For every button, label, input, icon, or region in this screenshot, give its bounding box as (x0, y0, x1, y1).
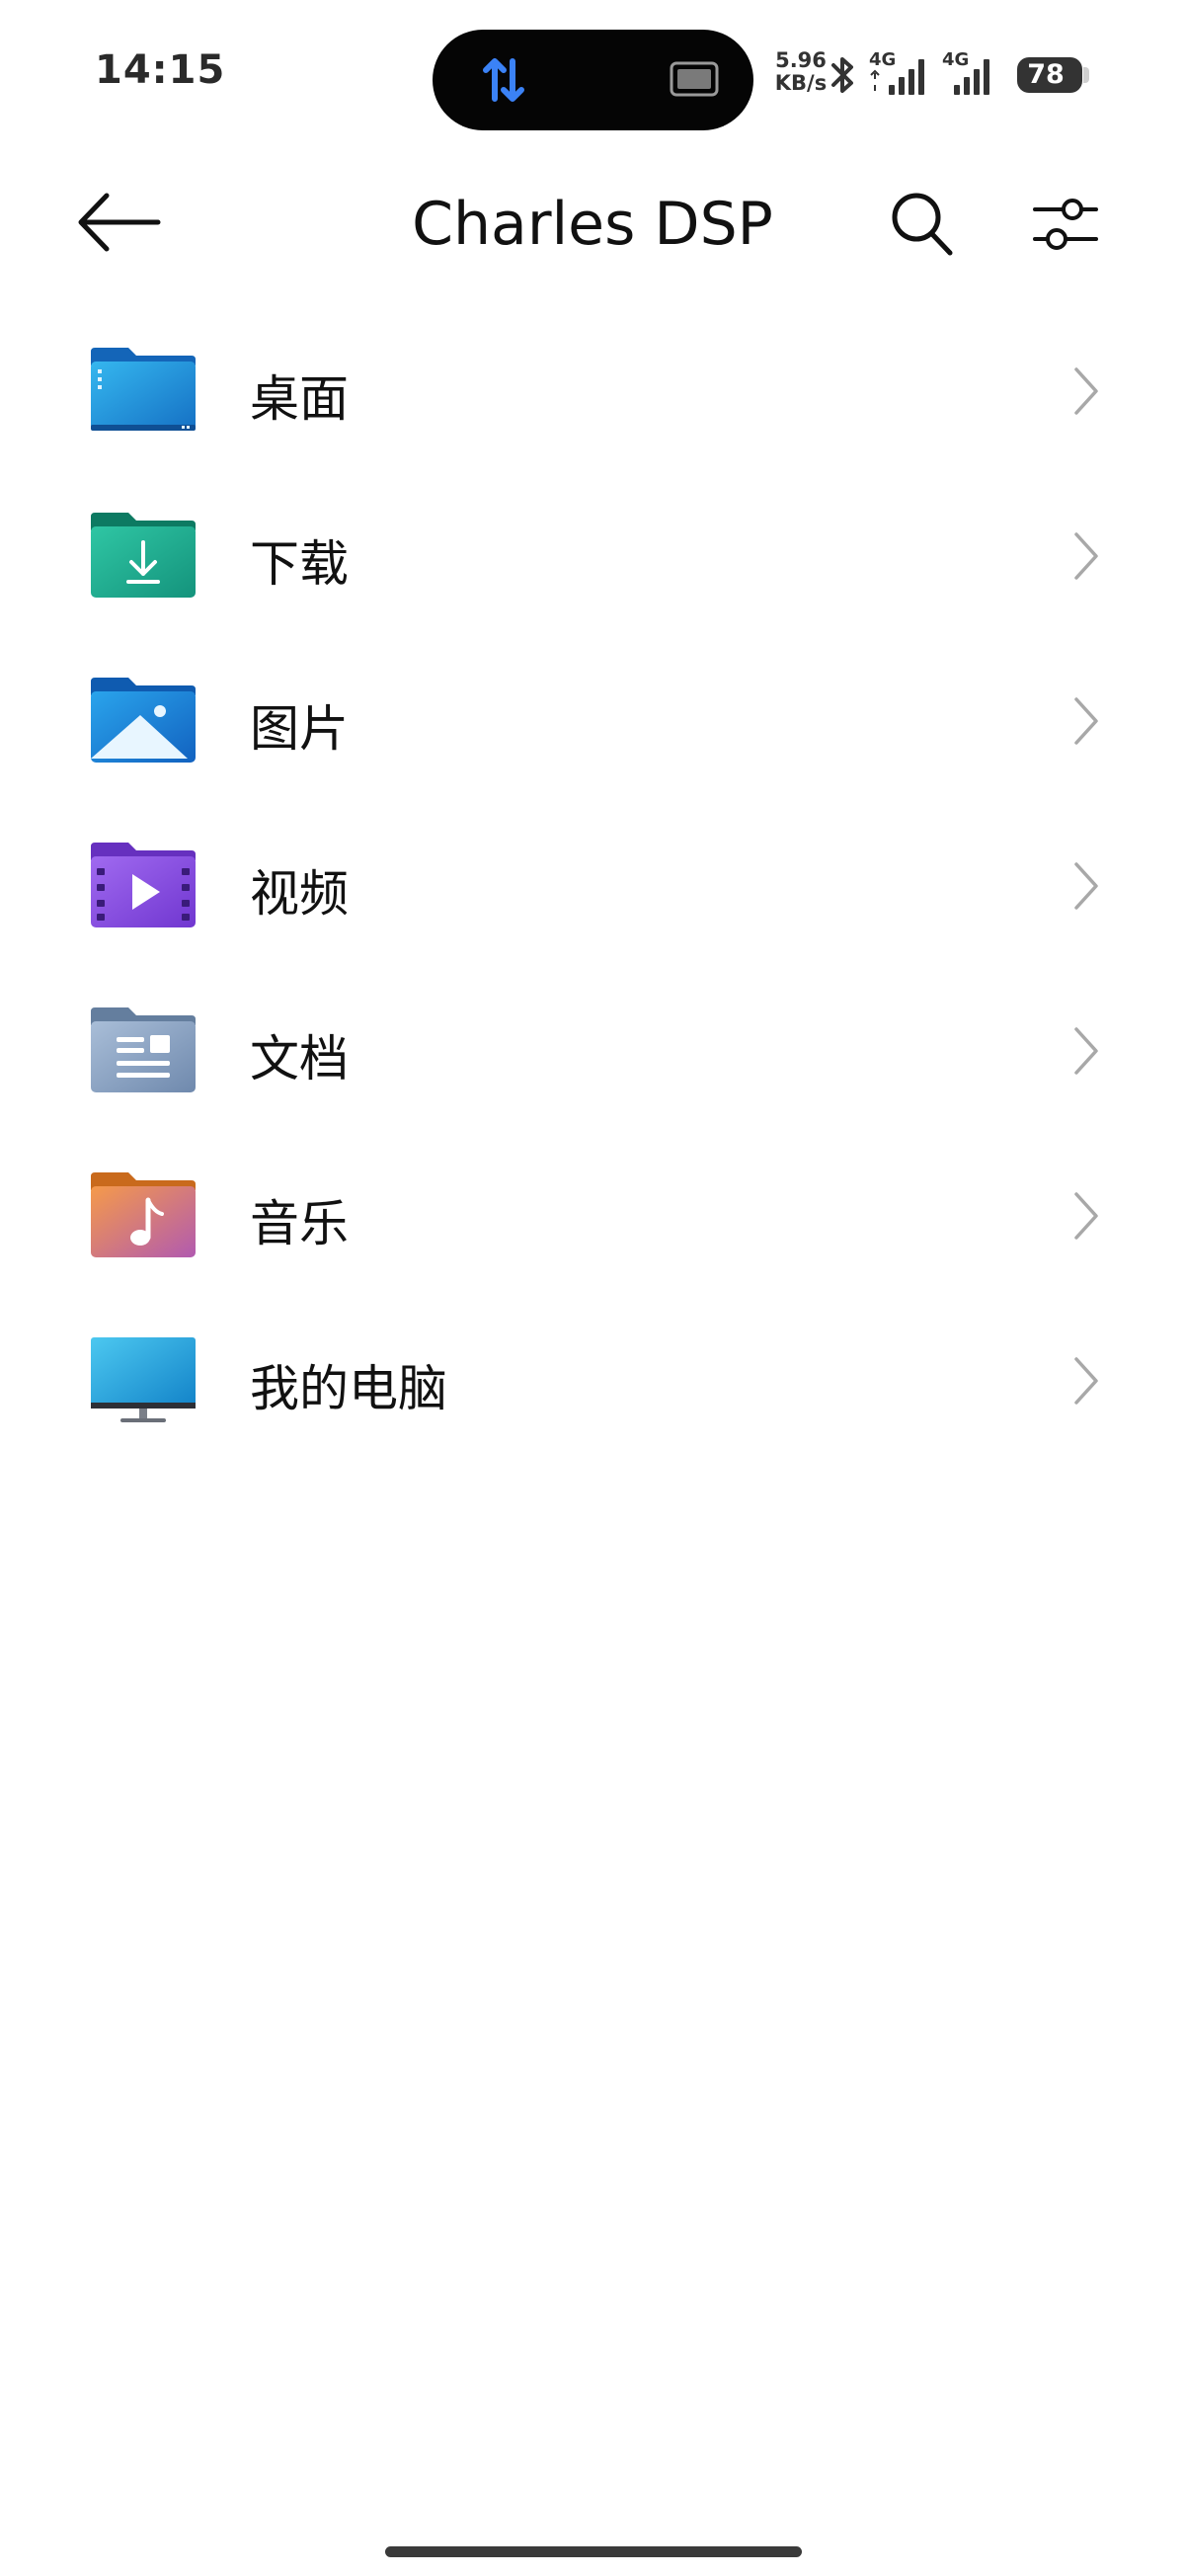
data-transfer-icon (483, 58, 524, 102)
app-header: Charles DSP (0, 148, 1185, 296)
chevron-right-icon (1074, 697, 1098, 745)
folder-label: 桌面 (250, 370, 349, 428)
home-indicator[interactable] (385, 2546, 802, 2557)
folder-label: 我的电脑 (250, 1360, 447, 1417)
signal-bars-icon (954, 59, 989, 95)
bluetooth-icon (831, 57, 853, 93)
music-folder-icon (91, 1172, 196, 1257)
signal-strength-sim1: 4G (869, 49, 942, 97)
folder-item-music[interactable]: 音乐 (0, 1133, 1185, 1298)
battery-level: 78 (1027, 59, 1065, 90)
documents-folder-icon (91, 1007, 196, 1092)
chevron-right-icon (1074, 1357, 1098, 1405)
arrow-left-icon[interactable] (75, 188, 164, 257)
chevron-right-icon (1074, 1027, 1098, 1075)
signal-bars-icon (870, 59, 924, 95)
pictures-folder-icon (91, 678, 196, 763)
folder-list: 桌面 下载 图片 视频 文档 音乐 我的电脑 (0, 308, 1185, 1463)
folder-label: 文档 (250, 1030, 349, 1087)
folder-item-my-computer[interactable]: 我的电脑 (0, 1298, 1185, 1463)
desktop-folder-icon (91, 348, 196, 431)
download-folder-icon (91, 513, 196, 598)
battery-tip (1083, 67, 1089, 83)
monitor-icon (91, 1337, 196, 1422)
videos-folder-icon (91, 843, 196, 927)
folder-item-videos[interactable]: 视频 (0, 803, 1185, 968)
folder-item-downloads[interactable]: 下载 (0, 473, 1185, 638)
folder-item-pictures[interactable]: 图片 (0, 638, 1185, 803)
folder-item-documents[interactable]: 文档 (0, 968, 1185, 1133)
screen-cast-icon (670, 61, 719, 97)
status-bar: 14:15 5.96 KB/s 4G 4G 78 (0, 0, 1185, 148)
signal-strength-sim2: 4G (942, 49, 1015, 97)
chevron-right-icon (1074, 367, 1098, 415)
page-title: Charles DSP (412, 190, 773, 259)
folder-label: 图片 (250, 700, 349, 758)
chevron-right-icon (1074, 532, 1098, 580)
folder-label: 视频 (250, 865, 349, 923)
status-time: 14:15 (95, 47, 226, 93)
folder-item-desktop[interactable]: 桌面 (0, 308, 1185, 473)
search-icon[interactable] (887, 188, 956, 259)
sliders-icon[interactable] (1031, 192, 1100, 257)
folder-label: 音乐 (250, 1195, 349, 1252)
battery-indicator: 78 (1017, 57, 1089, 93)
chevron-right-icon (1074, 862, 1098, 910)
dynamic-island[interactable] (433, 30, 753, 130)
folder-label: 下载 (250, 535, 349, 593)
chevron-right-icon (1074, 1192, 1098, 1240)
